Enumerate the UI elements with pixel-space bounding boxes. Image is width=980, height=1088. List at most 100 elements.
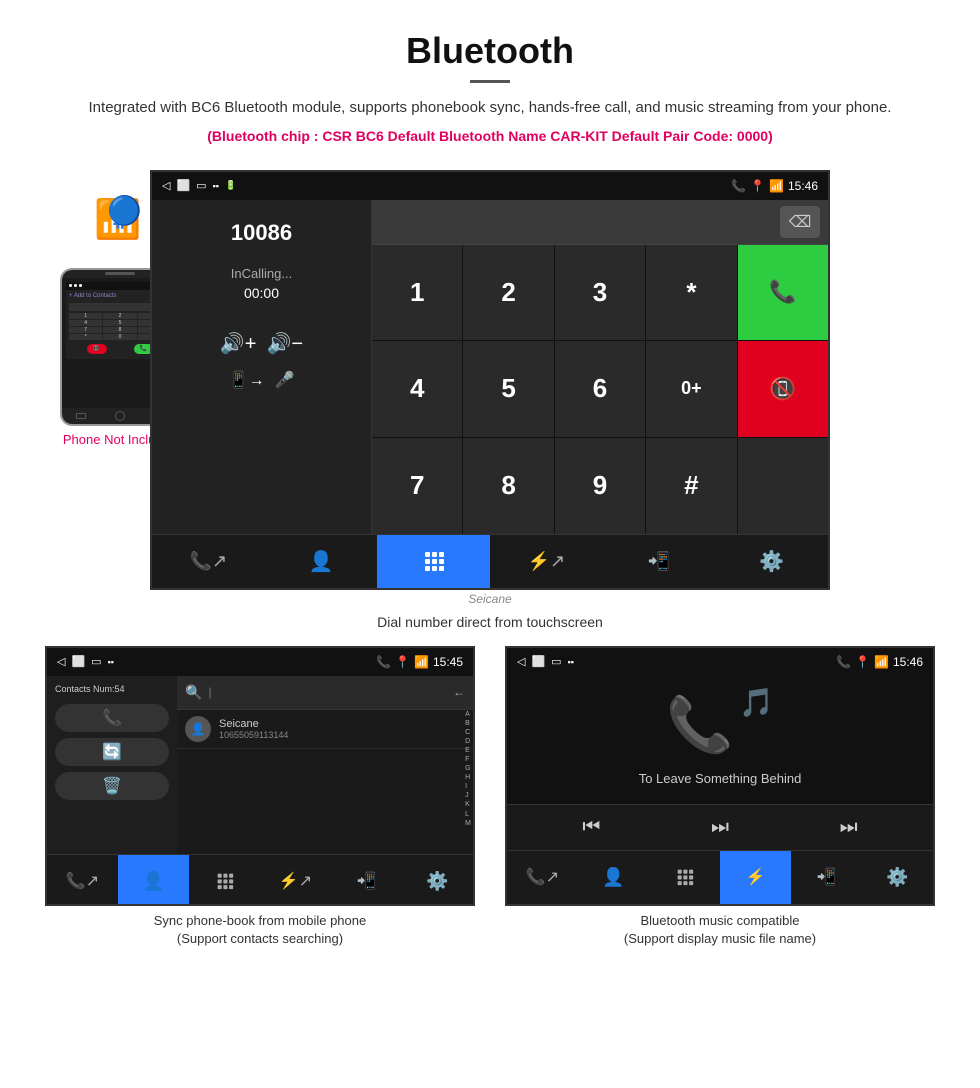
music-location-icon: 📍 bbox=[855, 655, 870, 669]
music-phone-icon: 📞 bbox=[666, 694, 733, 757]
pb-status-right: 📞 📍 📶 15:45 bbox=[376, 655, 463, 669]
clock: 15:46 bbox=[788, 179, 818, 193]
nav-settings[interactable]: ⚙️ bbox=[715, 535, 828, 588]
music-status-bar: ◁ ⬜ ▭ ▪▪ 📞 📍 📶 15:46 bbox=[507, 648, 933, 676]
pb-signal-icon: ▪▪ bbox=[108, 657, 114, 667]
prev-btn[interactable]: ⏮ bbox=[582, 816, 600, 839]
mini-hangup-btn[interactable]: 📵 bbox=[87, 344, 107, 354]
music-caption-line2: (Support display music file name) bbox=[624, 931, 816, 946]
backspace-btn[interactable]: ⌫ bbox=[780, 206, 820, 238]
title-divider bbox=[470, 80, 510, 83]
music-bottom-nav: 📞↗ 👤 bbox=[507, 850, 933, 904]
volume-up-btn[interactable]: 🔊+ bbox=[220, 331, 257, 356]
pb-backspace-icon: ← bbox=[453, 685, 465, 699]
status-bar-right: 📞 📍 📶 15:46 bbox=[731, 179, 818, 193]
pb-search-input[interactable] bbox=[208, 685, 447, 699]
pb-contact-row[interactable]: 👤 Seicane 10655059113144 bbox=[177, 710, 473, 749]
pb-caption-line2: (Support contacts searching) bbox=[177, 931, 343, 946]
pb-clock: 15:45 bbox=[433, 655, 463, 669]
nav-transfer[interactable]: 📞↗ bbox=[152, 535, 265, 588]
main-screenshot-area: 📶 ₿ 🔵 MUTE + Add to Contacts 123 bbox=[0, 170, 980, 590]
key-0plus[interactable]: 0+ bbox=[646, 341, 736, 437]
key-star[interactable]: * bbox=[646, 245, 736, 341]
pb-delete-btn[interactable]: 🗑️ bbox=[55, 772, 169, 800]
music-recent-icon: ▭ bbox=[551, 655, 561, 668]
music-main-area: 📞 🎵 To Leave Something Behind ⏮ ⏭ ⏭ 📞↗ 👤 bbox=[507, 676, 933, 904]
pb-recent-icon: ▭ bbox=[91, 655, 101, 668]
volume-controls: 🔊+ 🔊− bbox=[220, 331, 303, 356]
pb-location-icon: 📍 bbox=[395, 655, 410, 669]
music-controls: ⏮ ⏭ ⏭ bbox=[507, 804, 933, 850]
pb-call-btn[interactable]: 📞 bbox=[55, 704, 169, 732]
nav-contacts[interactable]: 👤 bbox=[265, 535, 378, 588]
dial-pad: ⌫ 1 2 3 * 📞 4 5 6 0+ 📵 7 8 9 # bbox=[372, 200, 828, 534]
pb-caption-line1: Sync phone-book from mobile phone bbox=[154, 913, 366, 928]
bluetooth-symbol: 🔵 bbox=[107, 194, 142, 227]
page-title: Bluetooth bbox=[60, 30, 920, 72]
dial-input-row: ⌫ bbox=[372, 200, 828, 245]
key-2[interactable]: 2 bbox=[463, 245, 553, 341]
music-nav-keypad[interactable] bbox=[649, 851, 720, 904]
contacts-count: Contacts Num:54 bbox=[55, 684, 169, 694]
music-status-left: ◁ ⬜ ▭ ▪▪ bbox=[517, 655, 574, 668]
music-home-icon: ⬜ bbox=[531, 655, 545, 668]
phone-transfer-btn[interactable]: 📱→ bbox=[229, 370, 265, 390]
pb-nav-contacts[interactable]: 👤 bbox=[118, 855, 189, 906]
next-btn[interactable]: ⏭ bbox=[840, 816, 858, 839]
music-nav-transfer[interactable]: 📞↗ bbox=[507, 851, 578, 904]
music-caption-line1: Bluetooth music compatible bbox=[641, 913, 800, 928]
phonebook-item: ◁ ⬜ ▭ ▪▪ 📞 📍 📶 15:45 Contacts Num:54 📞 bbox=[40, 646, 480, 948]
phone-home-btn bbox=[115, 411, 125, 421]
key-5[interactable]: 5 bbox=[463, 341, 553, 437]
key-7[interactable]: 7 bbox=[372, 438, 462, 534]
music-nav-contacts[interactable]: 👤 bbox=[578, 851, 649, 904]
nav-bluetooth[interactable]: ⚡↗ bbox=[490, 535, 603, 588]
specs-text: (Bluetooth chip : CSR BC6 Default Blueto… bbox=[60, 128, 920, 144]
key-8[interactable]: 8 bbox=[463, 438, 553, 534]
key-1[interactable]: 1 bbox=[372, 245, 462, 341]
calling-status: InCalling... bbox=[231, 266, 292, 281]
music-nav-bluetooth[interactable]: ⚡ bbox=[720, 851, 791, 904]
key-hash[interactable]: # bbox=[646, 438, 736, 534]
key-3[interactable]: 3 bbox=[555, 245, 645, 341]
pb-nav-settings[interactable]: ⚙️ bbox=[402, 855, 473, 906]
key-4[interactable]: 4 bbox=[372, 341, 462, 437]
pb-search-bar: 🔍 ← bbox=[177, 676, 473, 710]
music-status-right: 📞 📍 📶 15:46 bbox=[836, 655, 923, 669]
phone-back-btn bbox=[76, 413, 86, 419]
volume-down-btn[interactable]: 🔊− bbox=[267, 331, 304, 356]
call-btn[interactable]: 📞 bbox=[738, 245, 828, 341]
music-nav-phone-out[interactable]: 📲 bbox=[791, 851, 862, 904]
dial-left-panel: 10086 InCalling... 00:00 🔊+ 🔊− 📱→ 🎤 bbox=[152, 200, 372, 534]
pb-nav-bluetooth[interactable]: ⚡↗ bbox=[260, 855, 331, 906]
music-center: 📞 🎵 To Leave Something Behind bbox=[507, 676, 933, 804]
contact-name: Seicane bbox=[219, 718, 288, 730]
music-note-icon: 🎵 bbox=[739, 686, 774, 719]
back-nav-icon: ◁ bbox=[162, 179, 170, 192]
nav-phone-out[interactable]: 📲 bbox=[603, 535, 716, 588]
pb-refresh-btn[interactable]: 🔄 bbox=[55, 738, 169, 766]
key-9[interactable]: 9 bbox=[555, 438, 645, 534]
mute-btn[interactable]: 🎤 bbox=[275, 370, 295, 390]
seicane-watermark: Seicane bbox=[0, 592, 980, 606]
hangup-btn[interactable]: 📵 bbox=[738, 341, 828, 437]
location-icon: 📍 bbox=[750, 179, 765, 193]
dial-number: 10086 bbox=[231, 220, 292, 246]
pb-nav-transfer[interactable]: 📞↗ bbox=[47, 855, 118, 906]
music-nav-settings[interactable]: ⚙️ bbox=[862, 851, 933, 904]
play-pause-btn[interactable]: ⏭ bbox=[711, 816, 729, 839]
pb-home-icon: ⬜ bbox=[71, 655, 85, 668]
status-bar-left: ◁ ⬜ ▭ ▪▪ 🔋 bbox=[162, 179, 236, 192]
pb-nav-phone-out[interactable]: 📲 bbox=[331, 855, 402, 906]
phonebook-screen: ◁ ⬜ ▭ ▪▪ 📞 📍 📶 15:45 Contacts Num:54 📞 bbox=[45, 646, 475, 906]
pb-left-panel: Contacts Num:54 📞 🔄 🗑️ bbox=[47, 676, 177, 854]
key-6[interactable]: 6 bbox=[555, 341, 645, 437]
pb-nav-keypad[interactable] bbox=[189, 855, 260, 906]
pb-alphabet-index: A B C D E F G H I J K L M bbox=[465, 710, 471, 828]
music-clock: 15:46 bbox=[893, 655, 923, 669]
nav-keypad[interactable] bbox=[377, 535, 490, 588]
pb-back-icon: ◁ bbox=[57, 655, 65, 668]
battery-icon: 🔋 bbox=[225, 180, 236, 191]
music-phone-icon: 📞 bbox=[836, 655, 851, 669]
status-bar: ◁ ⬜ ▭ ▪▪ 🔋 📞 📍 📶 15:46 bbox=[152, 172, 828, 200]
